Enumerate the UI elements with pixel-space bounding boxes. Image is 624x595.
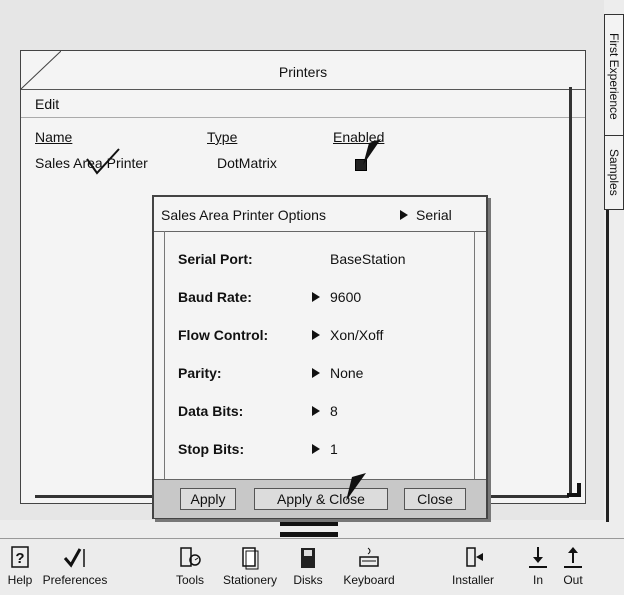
setting-label: Data Bits: — [178, 403, 244, 419]
launcher-stationery[interactable]: Stationery — [220, 545, 280, 587]
printers-titlebar[interactable]: Printers — [21, 51, 585, 90]
drag-handle[interactable] — [280, 532, 338, 537]
in-tray-icon — [529, 547, 547, 568]
apply-button[interactable]: Apply — [180, 488, 236, 510]
launcher-label: Stationery — [222, 573, 278, 587]
options-crumb[interactable]: Serial — [416, 207, 452, 223]
column-header-name[interactable]: Name — [35, 129, 72, 145]
svg-text:?: ? — [15, 550, 24, 567]
launcher-label: Installer — [451, 573, 495, 587]
triangle-right-icon[interactable] — [312, 368, 320, 378]
printers-title: Printers — [278, 64, 328, 80]
triangle-right-icon — [400, 210, 408, 220]
launcher-label: Disks — [293, 573, 323, 587]
printer-type-cell[interactable]: DotMatrix — [217, 155, 277, 171]
setting-label: Baud Rate: — [178, 289, 252, 305]
column-header-type[interactable]: Type — [207, 129, 237, 145]
resize-handle[interactable] — [567, 483, 581, 497]
tools-icon — [180, 547, 201, 567]
setting-label: Serial Port: — [178, 251, 253, 267]
triangle-right-icon[interactable] — [312, 330, 320, 340]
launcher-out[interactable]: Out — [556, 545, 590, 587]
setting-row-serial-port: Serial Port: BaseStation — [154, 237, 486, 275]
options-titlebar[interactable]: Sales Area Printer Options Serial — [154, 197, 486, 232]
pen-check-mark-icon — [86, 148, 120, 175]
drag-handle[interactable] — [280, 522, 338, 526]
launcher-tools[interactable]: Tools — [170, 545, 210, 587]
pen-pointer-icon — [346, 473, 366, 501]
installer-icon — [466, 547, 483, 567]
setting-row-stop-bits[interactable]: Stop Bits: 1 — [154, 427, 486, 465]
printer-options-dialog: Sales Area Printer Options Serial Serial… — [152, 195, 488, 519]
dialog-button-bar: Apply Apply & Close Close — [154, 479, 486, 518]
options-title: Sales Area Printer Options — [161, 207, 326, 223]
side-tabs: First Experience Samples — [604, 14, 624, 210]
setting-row-parity[interactable]: Parity: None — [154, 351, 486, 389]
menu-edit[interactable]: Edit — [35, 96, 59, 112]
launcher-keyboard[interactable]: Keyboard — [336, 545, 402, 587]
setting-value[interactable]: 8 — [330, 403, 338, 419]
setting-row-baud-rate[interactable]: Baud Rate: 9600 — [154, 275, 486, 313]
out-tray-icon — [564, 547, 582, 568]
setting-row-data-bits[interactable]: Data Bits: 8 — [154, 389, 486, 427]
setting-label: Parity: — [178, 365, 222, 381]
launcher-label: Tools — [175, 573, 204, 587]
tab-first-experience[interactable]: First Experience — [605, 17, 623, 136]
setting-value[interactable]: Xon/Xoff — [330, 327, 383, 343]
launcher-help[interactable]: ? Help — [2, 545, 38, 587]
setting-label: Stop Bits: — [178, 441, 245, 457]
launcher-label: Help — [7, 573, 33, 587]
launcher-in[interactable]: In — [524, 545, 552, 587]
window-right-border — [569, 87, 572, 497]
setting-value[interactable]: 1 — [330, 441, 338, 457]
setting-row-flow-control[interactable]: Flow Control: Xon/Xoff — [154, 313, 486, 351]
disk-icon — [301, 548, 315, 568]
launcher-installer[interactable]: Installer — [448, 545, 498, 587]
stationery-icon — [242, 547, 259, 570]
launcher-label: Keyboard — [343, 573, 395, 587]
triangle-right-icon[interactable] — [312, 444, 320, 454]
menu-bar: Edit — [21, 89, 585, 118]
help-icon: ? — [11, 546, 29, 568]
launcher-preferences[interactable]: Preferences — [40, 545, 110, 587]
launcher-label: Out — [563, 573, 583, 587]
triangle-right-icon[interactable] — [312, 292, 320, 302]
launcher-disks[interactable]: Disks — [286, 545, 330, 587]
side-divider — [606, 210, 609, 522]
tab-samples[interactable]: Samples — [605, 137, 623, 207]
launcher-label: In — [532, 573, 543, 587]
setting-label: Flow Control: — [178, 327, 269, 343]
pen-pointer-icon — [363, 139, 381, 165]
setting-value[interactable]: None — [330, 365, 363, 381]
close-button[interactable]: Close — [404, 488, 466, 510]
checkmark-icon — [63, 548, 85, 568]
setting-value[interactable]: 9600 — [330, 289, 361, 305]
keyboard-icon — [359, 547, 379, 567]
triangle-right-icon[interactable] — [312, 406, 320, 416]
setting-value: BaseStation — [330, 251, 406, 267]
launcher-label: Preferences — [42, 573, 108, 587]
launcher-bar: ? Help Preferences Tools Stationery Disk… — [0, 538, 624, 595]
